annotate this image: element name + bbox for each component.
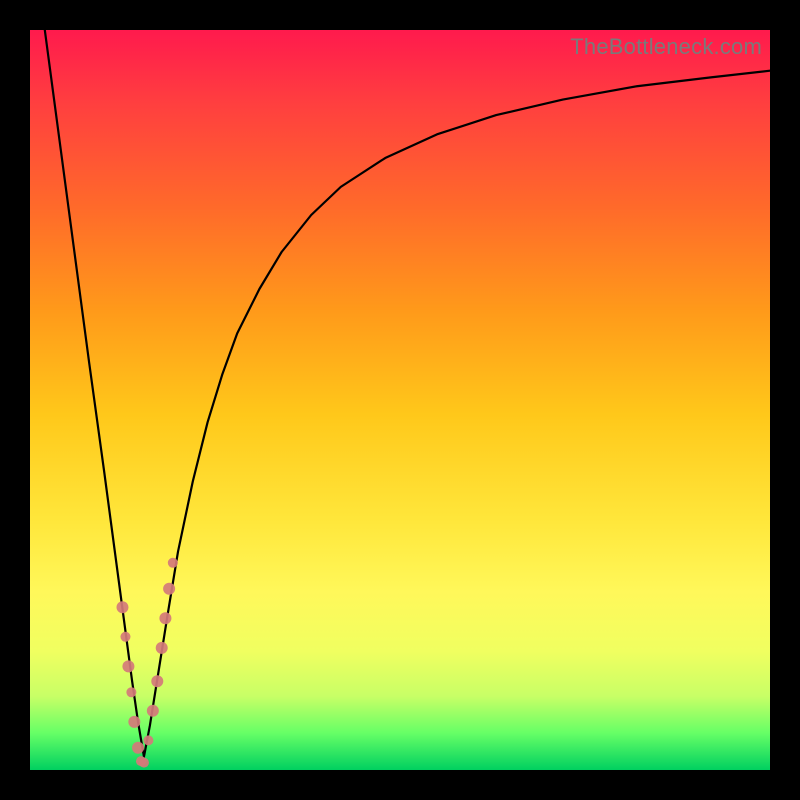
bottleneck-curve <box>45 30 770 757</box>
data-marker <box>126 687 136 697</box>
data-marker <box>143 735 153 745</box>
data-markers <box>117 558 178 768</box>
data-marker <box>120 632 130 642</box>
chart-overlay <box>30 30 770 770</box>
data-marker <box>147 705 159 717</box>
data-marker <box>151 675 163 687</box>
data-marker <box>168 558 178 568</box>
chart-frame: TheBottleneck.com <box>0 0 800 800</box>
data-marker <box>159 612 171 624</box>
data-marker <box>163 583 175 595</box>
plot-area: TheBottleneck.com <box>30 30 770 770</box>
data-marker <box>156 642 168 654</box>
data-marker <box>128 716 140 728</box>
data-marker <box>132 742 144 754</box>
data-marker <box>139 758 149 768</box>
data-marker <box>117 601 129 613</box>
data-marker <box>122 660 134 672</box>
